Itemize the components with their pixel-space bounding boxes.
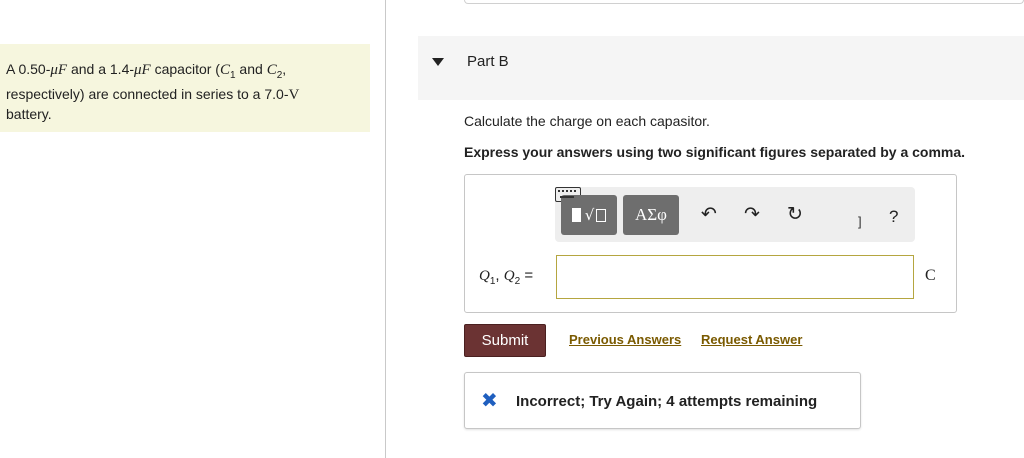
problem-statement: A 0.50-μF and a 1.4-μF capacitor (C1 and… [0,44,370,132]
redo-icon[interactable]: ↷ [744,203,760,225]
symbol-c1: C [219,62,230,78]
answer-variable-label: Q1, Q2 = [479,267,533,287]
collapse-caret-icon[interactable] [432,58,444,66]
template-box-icon [596,208,607,222]
answer-format-instruction: Express your answers using two significa… [464,144,966,160]
help-icon[interactable]: ? [889,207,898,227]
problem-text: respectively) are connected in series to… [6,85,289,102]
reset-icon[interactable]: ↻ [787,203,803,225]
problem-text: battery. [6,105,52,122]
greek-symbols-button[interactable]: ΑΣφ [623,195,679,235]
incorrect-x-icon: ✖ [481,388,498,412]
part-b-header[interactable]: Part B [418,36,1024,100]
previous-part-box-edge [464,0,1024,4]
unit-volt: V [288,86,300,103]
math-toolbar: √ ΑΣφ ↶ ↷ ↻ ] ? [555,187,915,242]
answer-input[interactable] [556,255,914,299]
feedback-box: ✖ Incorrect; Try Again; 4 attempts remai… [464,372,861,429]
column-divider [385,0,386,458]
answer-separator: , [495,267,504,284]
submit-button[interactable]: Submit [464,324,546,357]
answer-panel: √ ΑΣφ ↶ ↷ ↻ ] ? Q1, Q2 = C [464,174,957,313]
unit-microfarad: μF [50,62,68,78]
template-block-icon [571,208,581,222]
equals-sign: = [520,267,534,284]
problem-text: capacitor ( [150,61,220,77]
problem-text: and a 1.4- [67,61,135,77]
request-answer-link[interactable]: Request Answer [701,332,802,347]
symbol-q2: Q [503,268,515,284]
symbol-c2: C [266,62,277,78]
templates-button[interactable]: √ [561,195,617,235]
feedback-message: Incorrect; Try Again; 4 attempts remaini… [516,393,818,410]
part-title: Part B [467,53,509,70]
problem-text: A 0.50- [6,61,51,77]
unit-microfarad: μF [134,62,151,78]
radical-icon: √ [584,206,595,224]
symbol-q1: Q [479,268,490,284]
undo-icon[interactable]: ↶ [701,203,717,225]
answer-unit: C [925,267,936,284]
problem-text: , [282,61,287,77]
keyboard-shortcut-bracket: ] [858,214,862,229]
problem-text: and [235,61,267,77]
previous-answers-link[interactable]: Previous Answers [569,332,681,347]
question-instruction: Calculate the charge on each capasitor. [464,113,710,129]
